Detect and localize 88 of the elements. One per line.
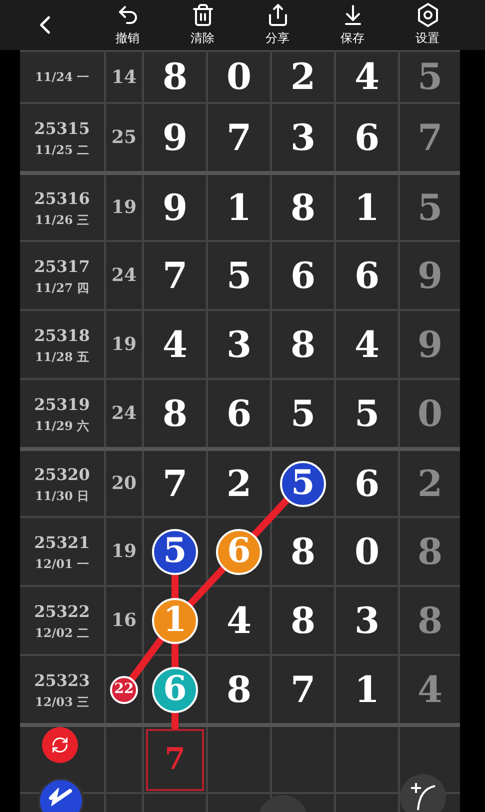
draw-date: 12/03 三	[35, 694, 89, 710]
digit-value: 0	[354, 534, 380, 570]
tail-value: 0	[417, 396, 443, 432]
digit-value: 7	[162, 258, 188, 294]
draw-date: 11/24 一	[35, 69, 89, 86]
digit-value: 4	[354, 59, 380, 95]
tail-value: 9	[417, 326, 443, 362]
digit-value: 8	[226, 672, 252, 708]
digit-value: 1	[354, 672, 380, 708]
draw-date: 11/25 二	[35, 142, 89, 158]
plus-curve-icon	[409, 780, 437, 810]
table-cell	[336, 727, 398, 792]
digit-value: 3	[290, 120, 316, 156]
digit-value: 5	[354, 396, 380, 432]
digit-value: 7	[290, 672, 316, 708]
digit-value: 6	[226, 396, 252, 432]
digit-value: 8	[290, 602, 316, 638]
refresh-icon	[51, 736, 69, 754]
draw-date: 11/30 日	[35, 488, 89, 504]
sum-value: 24	[111, 264, 137, 288]
digit-value: 8	[290, 190, 316, 226]
digit-value: 2	[290, 59, 316, 95]
toolbar-button[interactable]: 保存	[340, 3, 364, 47]
sum-value: 19	[111, 196, 137, 220]
digit-value: 1	[354, 190, 380, 226]
digit-value: 6	[354, 258, 380, 294]
period-number: 25319	[34, 394, 90, 416]
tail-value: 5	[417, 190, 443, 226]
period-number: 25318	[34, 324, 90, 346]
tail-value: 4	[417, 672, 443, 708]
digit-value: 7	[226, 120, 252, 156]
draw-date: 12/01 一	[35, 556, 89, 572]
digit-value: 9	[162, 190, 188, 226]
tail-value: 9	[417, 258, 443, 294]
table-cell	[272, 727, 334, 792]
sum-value: 19	[111, 333, 137, 357]
digit-value: 4	[162, 326, 188, 362]
sum-value: 19	[111, 540, 137, 564]
digit-value: 4	[354, 326, 380, 362]
draw-date: 11/26 三	[35, 212, 89, 228]
period-number: 25321	[34, 532, 90, 554]
tail-value: 7	[417, 120, 443, 156]
sum-value: 20	[111, 472, 137, 496]
digit-value: 6	[354, 120, 380, 156]
draw-date: 12/02 二	[35, 624, 89, 642]
toolbar-button[interactable]: 设置	[416, 3, 440, 47]
draw-date: 11/29 六	[35, 418, 89, 434]
draw-date: 11/27 四	[35, 280, 89, 296]
tail-value: 8	[417, 602, 443, 638]
sum-value: 16	[111, 609, 137, 633]
digit-value: 1	[226, 190, 252, 226]
digit-value: 3	[226, 326, 252, 362]
toolbar-button[interactable]: 撤销	[116, 3, 140, 47]
digit-value: 2	[226, 466, 252, 502]
digit-value: 0	[226, 59, 252, 95]
tail-value: 2	[417, 466, 443, 502]
forecast-number: 7	[146, 728, 204, 790]
swoosh-icon	[48, 788, 74, 806]
digit-value: 8	[290, 534, 316, 570]
sum-value: 14	[111, 66, 137, 90]
period-number: 25317	[34, 256, 90, 278]
toolbar-button[interactable]: 分享	[266, 3, 290, 47]
table-cell	[106, 727, 142, 792]
digit-value: 4	[226, 602, 252, 638]
digit-value: 5	[290, 396, 316, 432]
digit-value: 8	[290, 326, 316, 362]
digit-value: 5	[226, 258, 252, 294]
sum-value: 24	[111, 402, 137, 426]
trash-icon	[190, 3, 214, 27]
settings-icon	[416, 3, 438, 27]
period-number: 25315	[34, 118, 90, 140]
digit-value: 8	[162, 59, 188, 95]
table-cell	[208, 727, 270, 792]
digit-value: 7	[162, 466, 188, 502]
tail-value: 5	[417, 59, 443, 95]
digit-value: 9	[162, 120, 188, 156]
period-number: 25316	[34, 188, 90, 210]
period-number: 25320	[34, 464, 90, 486]
sum-value: 25	[111, 126, 137, 150]
toolbar-button[interactable]: 清除	[190, 3, 214, 47]
period-number: 25322	[34, 600, 90, 622]
digit-value: 3	[354, 602, 380, 638]
tail-value: 8	[417, 534, 443, 570]
digit-value: 6	[290, 258, 316, 294]
digit-value: 6	[354, 466, 380, 502]
draw-date: 11/28 五	[35, 348, 89, 366]
period-number: 25323	[34, 670, 90, 692]
digit-value: 8	[162, 396, 188, 432]
